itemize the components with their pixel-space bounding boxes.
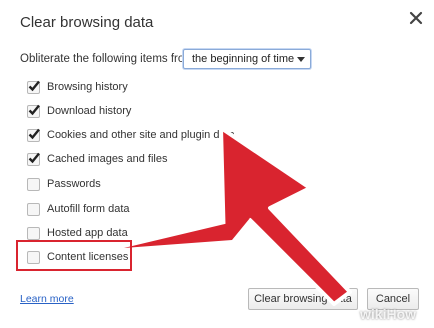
- wikihow-watermark: wikiHow: [360, 306, 416, 322]
- watermark-prefix: wiki: [360, 306, 387, 322]
- watermark-suffix: How: [386, 306, 417, 322]
- red-arrow-annotation: [124, 126, 352, 306]
